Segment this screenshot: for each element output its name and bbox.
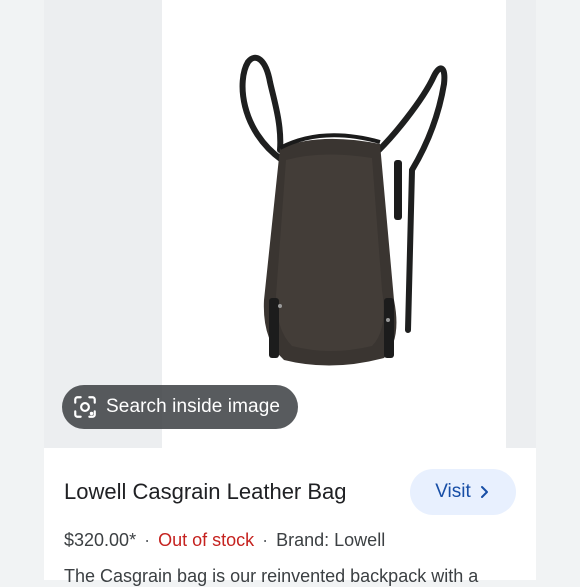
product-card: Lowell Casgrain Leather Bag Visit $320.0… bbox=[44, 448, 536, 586]
stock-status: Out of stock bbox=[158, 530, 255, 550]
visit-button[interactable]: Visit bbox=[410, 469, 516, 515]
visit-label: Visit bbox=[435, 481, 471, 502]
product-image bbox=[239, 54, 448, 366]
image-area bbox=[44, 0, 536, 448]
lens-icon bbox=[74, 396, 96, 418]
product-meta: $320.00* · Out of stock · Brand: Lowell bbox=[64, 530, 385, 551]
image-frame[interactable] bbox=[162, 0, 506, 448]
search-inside-image-button[interactable]: Search inside image bbox=[62, 385, 298, 429]
product-title: Lowell Casgrain Leather Bag bbox=[64, 479, 347, 504]
product-description: The Casgrain bag is our reinvented backp… bbox=[64, 566, 479, 586]
price: $320.00* bbox=[64, 530, 137, 550]
chevron-right-icon bbox=[480, 486, 488, 498]
separator: · bbox=[262, 530, 269, 550]
brand: Brand: Lowell bbox=[276, 530, 386, 550]
search-inside-image-label: Search inside image bbox=[106, 396, 281, 417]
separator: · bbox=[144, 530, 151, 550]
